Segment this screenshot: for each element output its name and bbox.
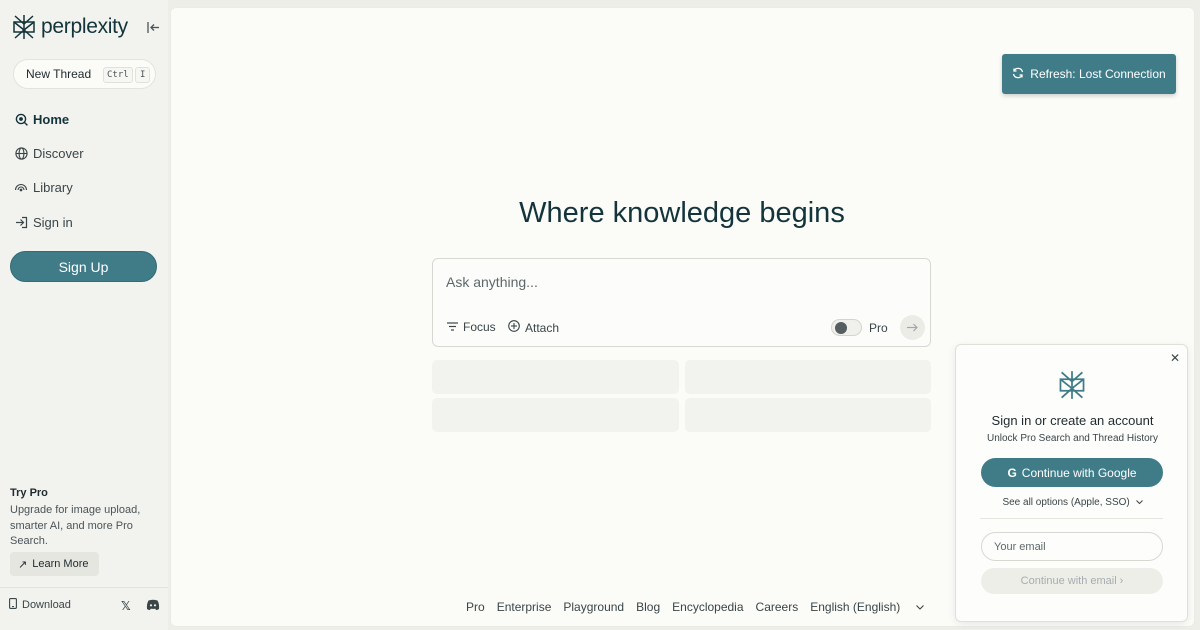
footer-link-pro[interactable]: Pro (466, 600, 485, 614)
auth-title: Sign in or create an account (991, 413, 1154, 428)
shortcut-i: I (135, 67, 151, 83)
footer-links: Pro Enterprise Playground Blog Encyclope… (466, 600, 936, 614)
home-icon (14, 112, 28, 126)
footer-link-blog[interactable]: Blog (636, 600, 660, 614)
plus-circle-icon (508, 320, 520, 335)
suggestion-placeholder[interactable] (432, 360, 679, 394)
sidebar-item-label: Library (33, 179, 73, 195)
attach-button[interactable]: Attach (508, 320, 559, 335)
google-label: Continue with Google (1021, 465, 1137, 480)
sidebar-item-library[interactable]: Library (14, 176, 73, 198)
search-box: Focus Attach Pro (432, 258, 931, 347)
footer-link-encyclopedia[interactable]: Encyclopedia (672, 600, 743, 614)
suggestion-placeholder[interactable] (685, 398, 931, 432)
perplexity-logo-icon (1059, 371, 1085, 399)
continue-email-label: Continue with email (1020, 575, 1117, 587)
refresh-icon (1012, 67, 1024, 82)
sidebar-item-home[interactable]: Home (14, 108, 69, 130)
try-pro-title: Try Pro (10, 487, 48, 499)
sign-in-card: ✕ Sign in or create an account Unlock Pr… (955, 344, 1188, 622)
chevron-right-icon: › (1119, 575, 1124, 587)
close-icon[interactable]: ✕ (1170, 351, 1180, 365)
auth-divider (980, 518, 1163, 519)
footer-link-playground[interactable]: Playground (563, 600, 624, 614)
learn-more-button[interactable]: ↗ Learn More (10, 552, 99, 576)
perplexity-logo-icon (13, 15, 35, 39)
sidebar-item-discover[interactable]: Discover (14, 142, 84, 164)
focus-button[interactable]: Focus (447, 320, 496, 334)
library-icon (14, 180, 28, 194)
page-title: Where knowledge begins (519, 197, 845, 229)
auth-subtitle: Unlock Pro Search and Thread History (986, 433, 1158, 444)
x-twitter-icon[interactable]: 𝕏 (121, 599, 131, 613)
filter-icon (447, 320, 458, 334)
continue-with-email-button[interactable]: Continue with email › (981, 568, 1163, 594)
suggestion-placeholder[interactable] (685, 360, 931, 394)
discord-icon[interactable] (146, 599, 160, 611)
see-all-options-link[interactable]: See all options (Apple, SSO) (956, 497, 1189, 508)
sidebar-item-sign-in[interactable]: Sign in (14, 211, 73, 233)
google-icon: G (1007, 465, 1017, 480)
chevron-down-icon (1135, 500, 1143, 505)
sidebar-item-label: Home (33, 111, 70, 127)
globe-icon (14, 146, 28, 160)
footer-link-careers[interactable]: Careers (756, 600, 799, 614)
suggestion-placeholder[interactable] (432, 398, 679, 432)
toggle-knob (835, 322, 847, 334)
sign-in-icon (14, 215, 28, 229)
email-field[interactable] (981, 532, 1163, 561)
focus-label: Focus (463, 320, 496, 334)
refresh-connection-button[interactable]: Refresh: Lost Connection (1002, 54, 1176, 94)
continue-with-google-button[interactable]: G Continue with Google (981, 458, 1163, 487)
sign-up-button[interactable]: Sign Up (10, 251, 157, 282)
collapse-sidebar-icon[interactable] (144, 19, 162, 35)
try-pro-description: Upgrade for image upload, smarter AI, an… (10, 504, 141, 547)
submit-button[interactable] (900, 315, 925, 340)
sidebar: perplexity New Thread Ctrl I Home Discov… (0, 0, 168, 630)
new-thread-button[interactable]: New Thread Ctrl I (13, 59, 156, 89)
pro-toggle[interactable] (831, 319, 862, 336)
attach-label: Attach (525, 320, 560, 335)
brand-name: perplexity (41, 15, 128, 38)
phone-icon (9, 598, 17, 612)
sidebar-item-label: Discover (33, 145, 84, 161)
language-selector[interactable]: English (English) (810, 600, 925, 614)
footer-link-enterprise[interactable]: Enterprise (497, 600, 552, 614)
language-label: English (English) (810, 600, 901, 614)
pro-label: Pro (869, 321, 888, 335)
search-input[interactable] (446, 272, 916, 292)
download-link[interactable]: Download (9, 598, 71, 612)
logo[interactable]: perplexity (12, 14, 128, 40)
refresh-label: Refresh: Lost Connection (1030, 67, 1166, 81)
shortcut-ctrl: Ctrl (103, 67, 133, 83)
see-all-label: See all options (Apple, SSO) (1002, 497, 1130, 508)
download-label: Download (22, 599, 71, 611)
arrow-up-right-icon: ↗ (18, 558, 28, 571)
arrow-right-icon (907, 323, 918, 332)
new-thread-label: New Thread (26, 67, 92, 81)
sidebar-item-label: Sign in (33, 214, 73, 230)
sidebar-divider (0, 587, 168, 588)
learn-more-label: Learn More (32, 558, 89, 570)
chevron-down-icon (916, 604, 925, 610)
